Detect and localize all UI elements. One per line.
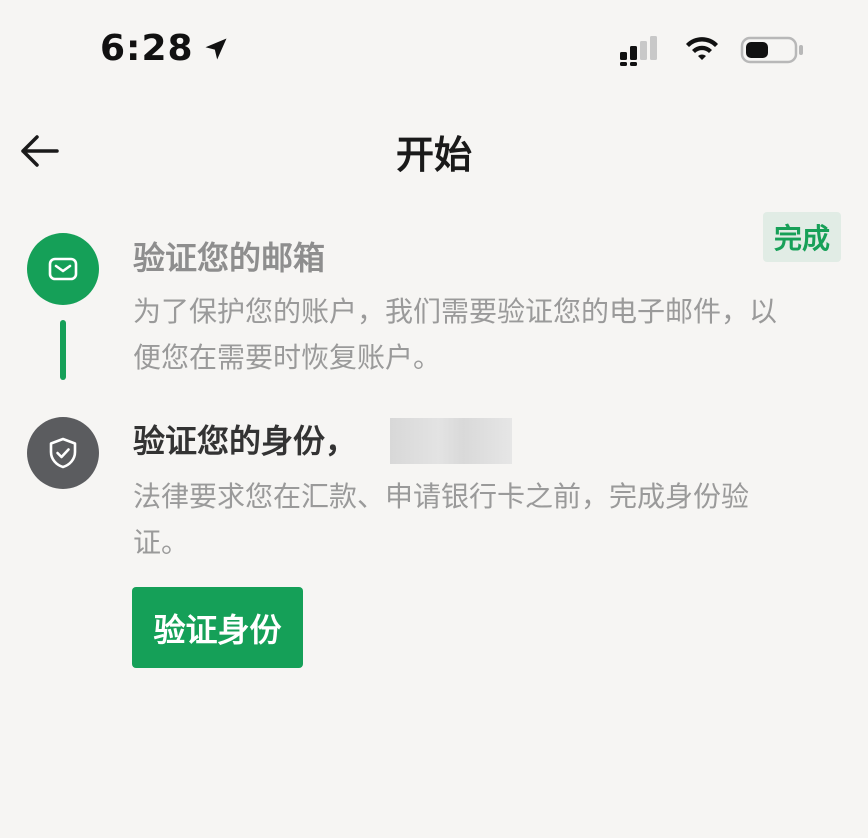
step-identity-title: 验证您的身份， xyxy=(133,422,358,460)
mail-icon xyxy=(48,257,78,281)
step-identity-description: 法律要求您在汇款、申请银行卡之前，完成身份验证。 xyxy=(133,480,750,559)
status-icons xyxy=(618,34,804,66)
status-bar: 6:28 xyxy=(0,0,868,100)
redacted-user-name xyxy=(390,418,512,464)
shield-check-icon xyxy=(49,437,77,469)
page-title: 开始 xyxy=(395,133,472,177)
step-email-description: 为了保护您的账户，我们需要验证您的电子邮件，以便您在需要时恢复账户。 xyxy=(133,295,778,374)
nav-bar: 开始 xyxy=(0,110,868,190)
step-email-status-icon xyxy=(27,233,99,305)
step-email-title: 验证您的邮箱 xyxy=(133,239,326,277)
step-connector-line xyxy=(60,320,66,380)
verify-identity-button[interactable]: 验证身份 xyxy=(132,587,303,668)
status-time-label: 6:28 xyxy=(100,28,194,69)
status-time: 6:28 xyxy=(100,28,230,69)
battery-icon xyxy=(740,36,803,64)
step-identity-status-icon xyxy=(27,417,99,489)
wifi-icon xyxy=(686,37,718,60)
location-arrow-icon xyxy=(205,38,227,59)
status-badge-complete: 完成 xyxy=(763,212,841,262)
cellular-signal-icon xyxy=(620,36,657,66)
